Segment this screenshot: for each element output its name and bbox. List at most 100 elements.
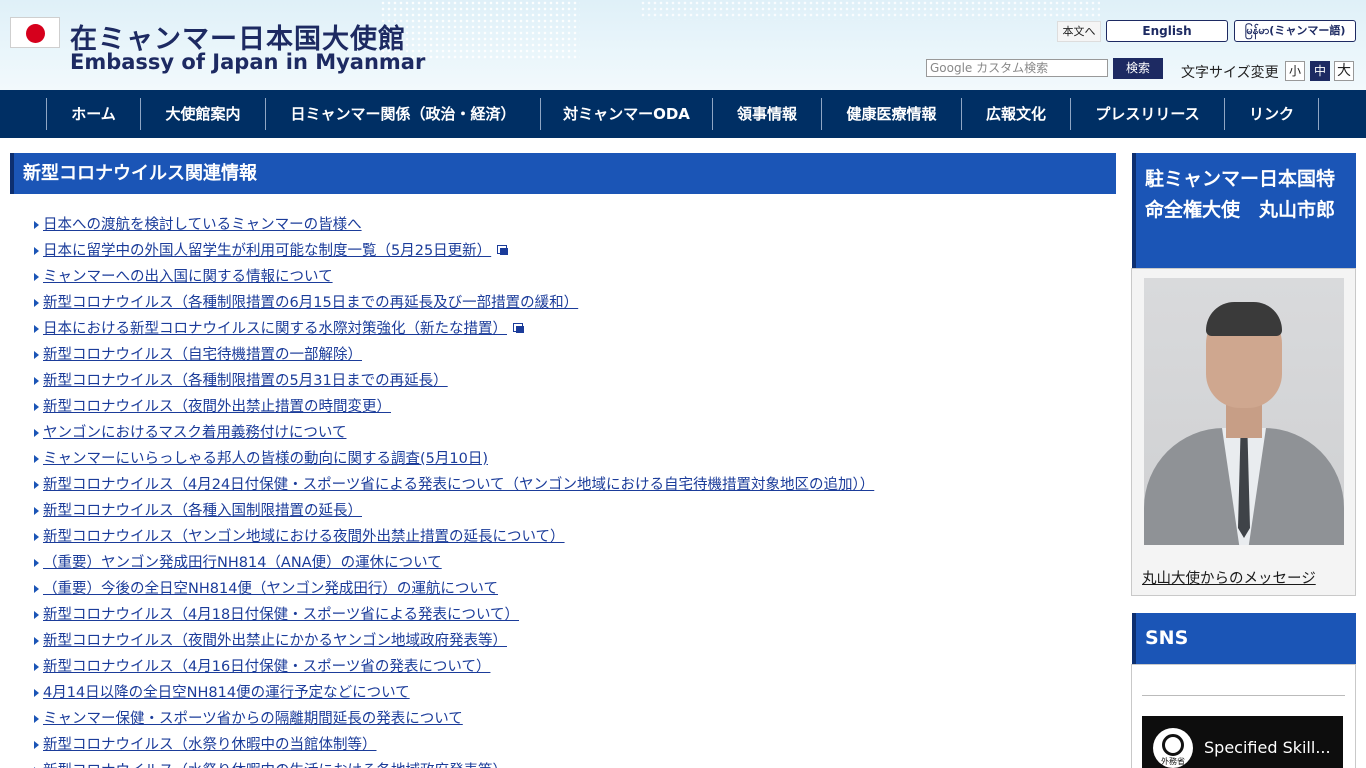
- myanmar-language-button[interactable]: မြန်မာ(ミャンマー語): [1234, 20, 1356, 42]
- bullet-arrow-icon: [34, 637, 39, 645]
- fontsize-large-button[interactable]: 大: [1334, 61, 1354, 81]
- nav-item-consular[interactable]: 領事情報: [712, 98, 821, 130]
- bullet-arrow-icon: [34, 663, 39, 671]
- fontsize-medium-button[interactable]: 中: [1310, 61, 1330, 81]
- ambassador-heading: 駐ミャンマー日本国特命全権大使 丸山市郎: [1132, 153, 1356, 268]
- news-link[interactable]: 日本における新型コロナウイルスに関する水際対策強化（新たな措置）: [43, 321, 507, 337]
- news-link[interactable]: 新型コロナウイルス（4月24日付保健・スポーツ省による発表について（ヤンゴン地域…: [43, 477, 874, 493]
- news-link[interactable]: （重要）今後の全日空NH814便（ヤンゴン発成田行）の運航について: [43, 581, 498, 597]
- list-item: 新型コロナウイルス（水祭り休暇中の当館体制等）: [33, 732, 1113, 758]
- news-link[interactable]: 新型コロナウイルス（夜間外出禁止措置の時間変更）: [43, 399, 391, 415]
- news-link[interactable]: 新型コロナウイルス（ヤンゴン地域における夜間外出禁止措置の延長について）: [43, 529, 565, 545]
- list-item: ミャンマー保健・スポーツ省からの隔離期間延長の発表について: [33, 706, 1113, 732]
- site-title-en[interactable]: Embassy of Japan in Myanmar: [70, 50, 425, 74]
- ambassador-message-link[interactable]: 丸山大使からのメッセージ: [1142, 567, 1316, 588]
- fontsize-small-button[interactable]: 小: [1285, 61, 1305, 81]
- fontsize-label: 文字サイズ変更: [1181, 65, 1279, 81]
- skip-to-content-link[interactable]: 本文へ: [1057, 21, 1101, 42]
- list-item: ミャンマーへの出入国に関する情報について: [33, 264, 1113, 290]
- youtube-video-embed[interactable]: 外務省 Specified Skill...: [1142, 716, 1343, 768]
- list-item: 新型コロナウイルス（4月16日付保健・スポーツ省の発表について）: [33, 654, 1113, 680]
- japan-flag-icon: [10, 17, 60, 48]
- nav-item-oda[interactable]: 対ミャンマーODA: [540, 98, 712, 130]
- map-dots-decoration: [640, 0, 1100, 20]
- mofa-logo-icon: 外務省: [1153, 728, 1193, 768]
- news-link[interactable]: 新型コロナウイルス（各種制限措置の5月31日までの再延長）: [43, 373, 448, 389]
- nav-item-press[interactable]: プレスリリース: [1070, 98, 1224, 130]
- external-window-icon: [513, 323, 525, 334]
- nav-item-embassy-info[interactable]: 大使館案内: [140, 98, 265, 130]
- list-item: 新型コロナウイルス（4月18日付保健・スポーツ省による発表について）: [33, 602, 1113, 628]
- list-item: 日本における新型コロナウイルスに関する水際対策強化（新たな措置）: [33, 316, 1113, 342]
- news-list: 日本への渡航を検討しているミャンマーの皆様へ日本に留学中の外国人留学生が利用可能…: [33, 212, 1113, 768]
- news-link[interactable]: ヤンゴンにおけるマスク着用義務付けについて: [43, 425, 346, 441]
- bullet-arrow-icon: [34, 429, 39, 437]
- news-link[interactable]: 新型コロナウイルス（各種制限措置の6月15日までの再延長及び一部措置の緩和）: [43, 295, 578, 311]
- list-item: ヤンゴンにおけるマスク着用義務付けについて: [33, 420, 1113, 446]
- bullet-arrow-icon: [34, 585, 39, 593]
- bullet-arrow-icon: [34, 455, 39, 463]
- global-nav: ホーム 大使館案内 日ミャンマー関係（政治・経済） 対ミャンマーODA 領事情報…: [0, 90, 1366, 138]
- bullet-arrow-icon: [34, 247, 39, 255]
- bullet-arrow-icon: [34, 481, 39, 489]
- news-link[interactable]: 新型コロナウイルス（夜間外出禁止にかかるヤンゴン地域政府発表等）: [43, 633, 507, 649]
- nav-item-home[interactable]: ホーム: [46, 98, 140, 130]
- list-item: （重要）今後の全日空NH814便（ヤンゴン発成田行）の運航について: [33, 576, 1113, 602]
- list-item: 日本に留学中の外国人留学生が利用可能な制度一覧（5月25日更新）: [33, 238, 1113, 264]
- list-item: （重要）ヤンゴン発成田行NH814（ANA便）の運休について: [33, 550, 1113, 576]
- list-item: 新型コロナウイルス（夜間外出禁止にかかるヤンゴン地域政府発表等）: [33, 628, 1113, 654]
- search-button[interactable]: 検索: [1113, 58, 1163, 79]
- bullet-arrow-icon: [34, 299, 39, 307]
- site-header: 在ミャンマー日本国大使館 Embassy of Japan in Myanmar…: [0, 0, 1366, 90]
- external-window-icon: [497, 245, 509, 256]
- news-link[interactable]: 新型コロナウイルス（4月16日付保健・スポーツ省の発表について）: [43, 659, 490, 675]
- news-link[interactable]: 新型コロナウイルス（4月18日付保健・スポーツ省による発表について）: [43, 607, 519, 623]
- sns-box: 外務省 Specified Skill...: [1131, 664, 1356, 768]
- bullet-arrow-icon: [34, 273, 39, 281]
- news-link[interactable]: 4月14日以降の全日空NH814便の運行予定などについて: [43, 685, 410, 701]
- news-link[interactable]: 日本への渡航を検討しているミャンマーの皆様へ: [43, 217, 362, 233]
- nav-item-culture[interactable]: 広報文化: [961, 98, 1070, 130]
- bullet-arrow-icon: [34, 377, 39, 385]
- news-link[interactable]: 新型コロナウイルス（水祭り休暇中の生活における各地域政府発表等）: [43, 763, 507, 768]
- covid-info-heading: 新型コロナウイルス関連情報: [10, 153, 1116, 194]
- nav-item-relations[interactable]: 日ミャンマー関係（政治・経済）: [265, 98, 540, 130]
- list-item: 新型コロナウイルス（各種入国制限措置の延長）: [33, 498, 1113, 524]
- bullet-arrow-icon: [34, 611, 39, 619]
- list-item: ミャンマーにいらっしゃる邦人の皆様の動向に関する調査(5月10日): [33, 446, 1113, 472]
- nav-divider: [1318, 98, 1319, 130]
- news-link[interactable]: ミャンマーへの出入国に関する情報について: [43, 269, 333, 285]
- search-input[interactable]: Google カスタム検索: [926, 59, 1108, 77]
- list-item: 新型コロナウイルス（4月24日付保健・スポーツ省による発表について（ヤンゴン地域…: [33, 472, 1113, 498]
- bullet-arrow-icon: [34, 221, 39, 229]
- bullet-arrow-icon: [34, 325, 39, 333]
- nav-item-health[interactable]: 健康医療情報: [821, 98, 961, 130]
- news-link[interactable]: 新型コロナウイルス（水祭り休暇中の当館体制等）: [43, 737, 377, 753]
- nav-item-links[interactable]: リンク: [1224, 98, 1318, 130]
- video-title[interactable]: Specified Skill...: [1204, 738, 1331, 757]
- list-item: 日本への渡航を検討しているミャンマーの皆様へ: [33, 212, 1113, 238]
- bullet-arrow-icon: [34, 507, 39, 515]
- bullet-arrow-icon: [34, 559, 39, 567]
- ambassador-box: 丸山大使からのメッセージ: [1131, 268, 1356, 596]
- english-button[interactable]: English: [1106, 20, 1228, 42]
- list-item: 新型コロナウイルス（各種制限措置の6月15日までの再延長及び一部措置の緩和）: [33, 290, 1113, 316]
- news-link[interactable]: 新型コロナウイルス（各種入国制限措置の延長）: [43, 503, 362, 519]
- news-link[interactable]: 日本に留学中の外国人留学生が利用可能な制度一覧（5月25日更新）: [43, 243, 491, 259]
- divider: [1142, 695, 1345, 696]
- list-item: 新型コロナウイルス（水祭り休暇中の生活における各地域政府発表等）: [33, 758, 1113, 768]
- bullet-arrow-icon: [34, 689, 39, 697]
- news-link[interactable]: ミャンマーにいらっしゃる邦人の皆様の動向に関する調査(5月10日): [43, 451, 488, 467]
- list-item: 新型コロナウイルス（各種制限措置の5月31日までの再延長）: [33, 368, 1113, 394]
- list-item: 新型コロナウイルス（ヤンゴン地域における夜間外出禁止措置の延長について）: [33, 524, 1113, 550]
- ambassador-photo: [1144, 278, 1344, 545]
- bullet-arrow-icon: [34, 741, 39, 749]
- bullet-arrow-icon: [34, 533, 39, 541]
- list-item: 新型コロナウイルス（自宅待機措置の一部解除）: [33, 342, 1113, 368]
- news-link[interactable]: 新型コロナウイルス（自宅待機措置の一部解除）: [43, 347, 362, 363]
- list-item: 新型コロナウイルス（夜間外出禁止措置の時間変更）: [33, 394, 1113, 420]
- news-link[interactable]: ミャンマー保健・スポーツ省からの隔離期間延長の発表について: [43, 711, 463, 727]
- list-item: 4月14日以降の全日空NH814便の運行予定などについて: [33, 680, 1113, 706]
- sns-heading: SNS: [1132, 613, 1356, 664]
- news-link[interactable]: （重要）ヤンゴン発成田行NH814（ANA便）の運休について: [43, 555, 442, 571]
